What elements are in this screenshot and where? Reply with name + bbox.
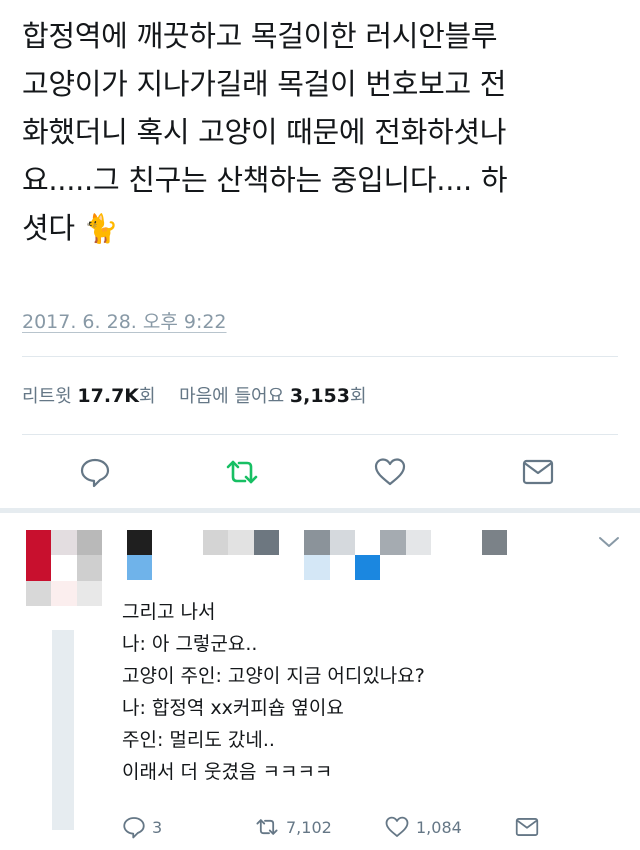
- tweet-line-text: 셧다: [22, 211, 75, 245]
- mosaic-pixel: [481, 530, 507, 555]
- mosaic-pixel: [355, 555, 381, 580]
- mosaic-pixel: [481, 555, 507, 580]
- mosaic-pixel: [329, 530, 355, 555]
- reply-line: 그리고 나서: [122, 601, 216, 623]
- mosaic-pixel: [279, 555, 305, 580]
- tweet-actions: [0, 452, 640, 492]
- mosaic-pixel: [405, 555, 431, 580]
- direct-message-button[interactable]: [518, 452, 558, 492]
- mosaic-pixel: [304, 530, 330, 555]
- tweet-line: 고양이가 지나가길래 목걸이 번호보고 전: [22, 67, 507, 101]
- tweet-line: 요.....그 친구는 산책하는 중입니다.... 하: [22, 163, 508, 197]
- mosaic-pixel: [253, 530, 279, 555]
- mosaic-pixel: [304, 555, 330, 580]
- reply-actions: 3 7,102 1,084: [0, 812, 640, 842]
- tweet-line: 화했더니 혹시 고양이 때문에 전화하셧나: [22, 115, 507, 149]
- mosaic-pixel: [51, 580, 77, 606]
- retweet-count: 7,102: [286, 817, 332, 837]
- mosaic-pixel: [76, 530, 102, 556]
- reply-line: 나: 아 그렇군요..: [122, 633, 258, 655]
- cat-emoji-icon: 🐈: [83, 212, 119, 245]
- reply-count: 3: [152, 817, 163, 837]
- heart-icon: [374, 458, 406, 486]
- mosaic-pixel: [177, 530, 203, 555]
- mosaic-pixel: [127, 530, 153, 555]
- mosaic-pixel: [51, 555, 77, 581]
- reply-line: 이래서 더 웃겼음 ㅋㅋㅋㅋ: [122, 761, 333, 783]
- mosaic-pixel: [380, 555, 406, 580]
- reply-like-button[interactable]: 1,084: [384, 812, 462, 842]
- reply-body: 그리고 나서 나: 아 그렇군요.. 고양이 주인: 고양이 지금 어디있나요?…: [122, 596, 425, 788]
- section-separator: [0, 508, 640, 513]
- likes-label: 마음에 들어요: [179, 386, 285, 407]
- mosaic-pixel: [203, 530, 229, 555]
- reply-line: 나: 합정역 xx커피숍 옆이요: [122, 697, 344, 719]
- mosaic-pixel: [26, 580, 52, 606]
- like-count: 1,084: [416, 817, 462, 837]
- reply-retweet-button[interactable]: 7,102: [254, 812, 332, 842]
- retweets-label: 리트윗: [22, 386, 72, 407]
- mosaic-pixel: [152, 555, 178, 580]
- tweet-timestamp[interactable]: 2017. 6. 28. 오후 9:22: [22, 307, 227, 334]
- reply-icon: [123, 817, 145, 839]
- chevron-down-icon: [599, 537, 619, 547]
- divider: [22, 356, 618, 357]
- divider: [22, 434, 618, 435]
- mosaic-pixel: [405, 530, 431, 555]
- mosaic-pixel: [253, 555, 279, 580]
- reply-author-name[interactable]: [127, 530, 507, 580]
- likes-count: 3,153: [289, 385, 350, 407]
- mosaic-pixel: [380, 530, 406, 555]
- mosaic-pixel: [127, 555, 153, 580]
- retweet-icon: [256, 819, 278, 835]
- reply-line: 고양이 주인: 고양이 지금 어디있나요?: [122, 665, 425, 687]
- heart-icon: [385, 816, 409, 837]
- mosaic-pixel: [228, 530, 254, 555]
- retweets-count: 17.7K: [77, 385, 140, 407]
- tweet-line: 셧다 🐈: [22, 204, 622, 253]
- envelope-icon: [515, 818, 539, 836]
- tweet-line: 합정역에 깨끗하고 목걸이한 러시안블루: [22, 19, 498, 53]
- mosaic-pixel: [431, 555, 457, 580]
- mosaic-pixel: [76, 555, 102, 581]
- envelope-icon: [522, 459, 554, 485]
- likes-stat[interactable]: 마음에 들어요 3,153회: [179, 385, 367, 407]
- mosaic-pixel: [456, 530, 482, 555]
- mosaic-pixel: [329, 555, 355, 580]
- retweet-button[interactable]: [222, 452, 262, 492]
- retweets-unit: 회: [139, 386, 156, 407]
- mosaic-pixel: [228, 555, 254, 580]
- thread-line: [52, 630, 74, 830]
- mosaic-pixel: [355, 530, 381, 555]
- reply-dm-button[interactable]: [514, 812, 540, 842]
- mosaic-pixel: [152, 530, 178, 555]
- reply-options-button[interactable]: [598, 534, 620, 553]
- likes-unit: 회: [350, 386, 367, 407]
- like-button[interactable]: [370, 452, 410, 492]
- mosaic-pixel: [279, 530, 305, 555]
- reply-reply-button[interactable]: 3: [122, 812, 162, 842]
- reply-button[interactable]: [75, 452, 115, 492]
- reply-line: 주인: 멀리도 갔네..: [122, 729, 275, 751]
- mosaic-pixel: [456, 555, 482, 580]
- mosaic-pixel: [76, 580, 102, 606]
- reply-avatar[interactable]: [26, 530, 102, 606]
- retweets-stat[interactable]: 리트윗 17.7K회: [22, 385, 161, 407]
- mosaic-pixel: [51, 530, 77, 556]
- mosaic-pixel: [203, 555, 229, 580]
- reply-icon: [80, 458, 110, 488]
- tweet-body: 합정역에 깨끗하고 목걸이한 러시안블루 고양이가 지나가길래 목걸이 번호보고…: [22, 12, 622, 253]
- tweet-stats: 리트윗 17.7K회 마음에 들어요 3,153회: [22, 382, 367, 408]
- mosaic-pixel: [431, 530, 457, 555]
- mosaic-pixel: [26, 530, 52, 556]
- retweet-icon: [226, 460, 258, 484]
- mosaic-pixel: [26, 555, 52, 581]
- mosaic-pixel: [177, 555, 203, 580]
